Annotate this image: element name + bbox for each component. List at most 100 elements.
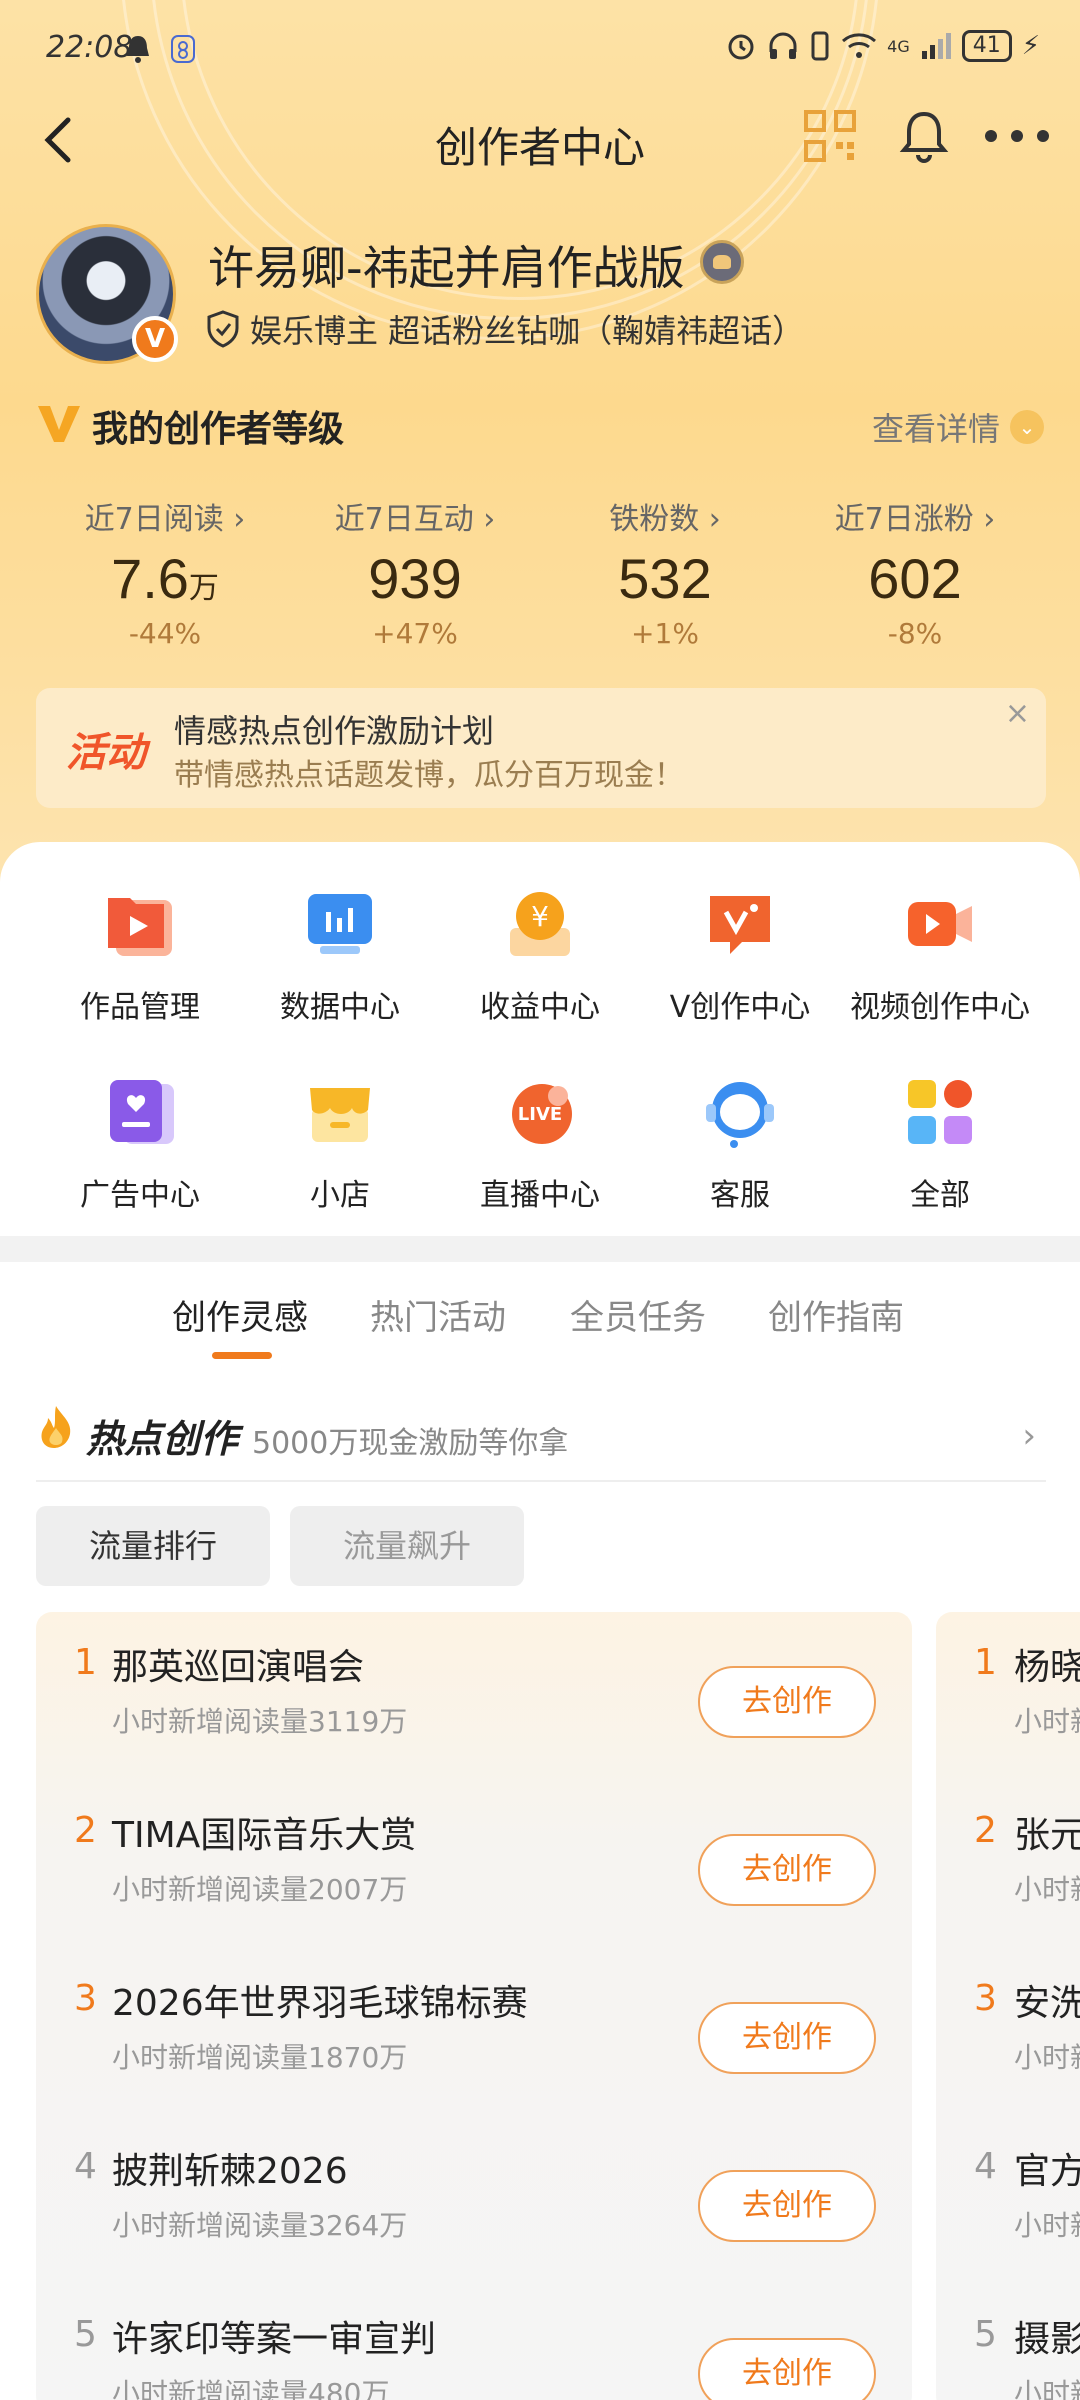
rank-title: 披荆斩棘2026 [112,2151,348,2192]
service-icon [706,1082,774,1148]
rank-title: 张元 [1014,1815,1080,1856]
rank-title: 许家印等案一审宣判 [112,2319,437,2360]
rank-title: 2026年世界羽毛球锦标赛 [112,1983,528,2024]
rank-title: 那英巡回演唱会 [112,1647,365,1688]
rank-title: TIMA国际音乐大赏 [112,1815,417,1856]
charging-icon: ⚡ [1021,31,1040,61]
rank-number: 1 [974,1642,997,1683]
more-options-icon[interactable] [985,130,1049,146]
rank-subtitle: 小时新增阅读量3264万 [112,2209,408,2242]
status-bar: 22:08 4G 41 ⚡ [0,0,1080,100]
stat-iron-fans[interactable]: 铁粉数 › 532 +1% [540,494,790,650]
tool-v-create-center[interactable]: V创作中心 [640,886,840,1026]
tab-creation-inspiration[interactable]: 创作灵感 [172,1290,308,1339]
rank-number: 2 [74,1810,97,1851]
tool-label: 广告中心 [80,1178,200,1213]
hot-creation-title: 热点创作 [86,1417,239,1461]
shield-icon [207,310,239,348]
view-details-link[interactable]: 查看详情 ⌄ [872,404,1045,450]
level-badge-icon[interactable] [700,240,744,284]
tool-label: 数据中心 [280,990,400,1025]
qr-code-icon[interactable] [804,110,856,162]
svg-text:¥: ¥ [531,900,549,933]
stat-interactions[interactable]: 近7日互动 › 939 +47% [290,494,540,650]
rank-subtitle: 小时新 [1014,2209,1080,2242]
income-icon: ¥ [510,892,570,956]
stat-value: 939 [368,547,462,610]
verified-badge: V [132,316,178,362]
ranking-item[interactable]: 5 摄影 小时新 [936,2284,1080,2400]
tool-income-center[interactable]: ¥ 收益中心 [440,886,640,1026]
verification-row[interactable]: 娱乐博主 超话粉丝钻咖（鞠婧祎超话） [206,306,804,352]
rank-number: 5 [974,2314,997,2355]
v-create-icon [710,896,770,954]
activity-tag: 活动 [66,730,146,776]
ranking-item[interactable]: 2 TIMA国际音乐大赏 小时新增阅读量2007万 去创作 [36,1780,906,1948]
network-type: 4G [887,36,910,56]
rank-number: 3 [74,1978,97,2019]
notification-bell-icon [127,36,149,63]
filter-traffic-surge[interactable]: 流量飙升 [290,1506,524,1586]
stat-change: -44% [128,617,202,650]
video-icon [908,902,972,946]
ranking-item[interactable]: 1 杨晓 小时新 [936,1612,1080,1780]
rank-title: 摄影 [1014,2319,1080,2360]
stat-new-fans[interactable]: 近7日涨粉 › 602 -8% [790,494,1040,650]
tool-ad-center[interactable]: 广告中心 [40,1074,240,1214]
tool-works-management[interactable]: 作品管理 [40,886,240,1026]
alarm-icon [728,34,754,60]
go-create-button[interactable]: 去创作 [698,2338,876,2400]
activity-banner[interactable]: 活动 情感热点创作激励计划 带情感热点话题发博，瓜分百万现金！ × [36,688,1046,808]
top-nav: 创作者中心 [0,100,1080,180]
hot-creation-subtitle: 5000万现金激励等你拿 [252,1426,569,1461]
signal-icon [921,33,951,59]
tab-all-tasks[interactable]: 全员任务 [570,1290,706,1339]
rank-title: 杨晓 [1014,1647,1080,1688]
go-create-button[interactable]: 去创作 [698,1834,876,1906]
hot-creation-header[interactable]: 热点创作 5000万现金激励等你拿 › [36,1402,1046,1482]
data-icon [308,894,372,954]
rank-title: 官方 [1014,2151,1080,2192]
filter-traffic-rank[interactable]: 流量排行 [36,1506,270,1586]
svg-text:LIVE: LIVE [518,1104,562,1125]
tool-live-center[interactable]: LIVE 直播中心 [440,1074,640,1214]
tool-video-center[interactable]: 视频创作中心 [840,886,1040,1026]
tool-all[interactable]: 全部 [840,1074,1040,1214]
stat-label: 近7日涨粉 › [834,502,996,537]
ranking-item[interactable]: 5 许家印等案一审宣判 小时新增阅读量480万 去创作 [36,2284,906,2400]
active-tab-indicator [212,1352,272,1359]
tool-shop[interactable]: 小店 [240,1074,440,1214]
rank-subtitle: 小时新增阅读量2007万 [112,1873,408,1906]
ranking-item[interactable]: 3 安洗 小时新 [936,1948,1080,2116]
wifi-icon [842,33,877,58]
stat-change: +47% [372,617,458,650]
headphones-icon [769,32,797,59]
chevron-right-icon: › [1022,1416,1036,1456]
notification-icon[interactable] [896,108,952,164]
works-icon [108,898,172,956]
ranking-item[interactable]: 4 披荆斩棘2026 小时新增阅读量3264万 去创作 [36,2116,906,2284]
tab-hot-activities[interactable]: 热门活动 [370,1290,506,1339]
tool-label: 收益中心 [480,990,600,1025]
go-create-button[interactable]: 去创作 [698,2002,876,2074]
tool-customer-service[interactable]: 客服 [640,1074,840,1214]
ranking-item[interactable]: 3 2026年世界羽毛球锦标赛 小时新增阅读量1870万 去创作 [36,1948,906,2116]
stat-value: 7.6万 [111,547,219,610]
tab-creation-guide[interactable]: 创作指南 [768,1290,904,1339]
rank-number: 4 [74,2146,97,2187]
ranking-item[interactable]: 4 官方 小时新 [936,2116,1080,2284]
vibrate-icon [811,31,829,61]
ranking-item[interactable]: 1 那英巡回演唱会 小时新增阅读量3119万 去创作 [36,1612,906,1780]
stat-reads[interactable]: 近7日阅读 › 7.6万 -44% [40,494,290,650]
go-create-button[interactable]: 去创作 [698,2170,876,2242]
username[interactable]: 许易卿-祎起并肩作战版 [208,232,685,298]
close-icon[interactable]: × [1005,696,1030,731]
rank-number: 5 [74,2314,97,2355]
go-create-button[interactable]: 去创作 [698,1666,876,1738]
tools-panel: 作品管理 数据中心 ¥ 收益中心 V创作中心 视频创作中心 广告中心 小店 LI… [0,842,1080,1236]
live-icon: LIVE [512,1084,572,1144]
ranking-item[interactable]: 2 张元 小时新 [936,1780,1080,1948]
ranking-card-secondary: 1 杨晓 小时新 2 张元 小时新 3 安洗 小时新 4 官方 小时新 5 摄影… [936,1612,1080,2400]
stat-label: 近7日阅读 › [84,502,246,537]
tool-data-center[interactable]: 数据中心 [240,886,440,1026]
